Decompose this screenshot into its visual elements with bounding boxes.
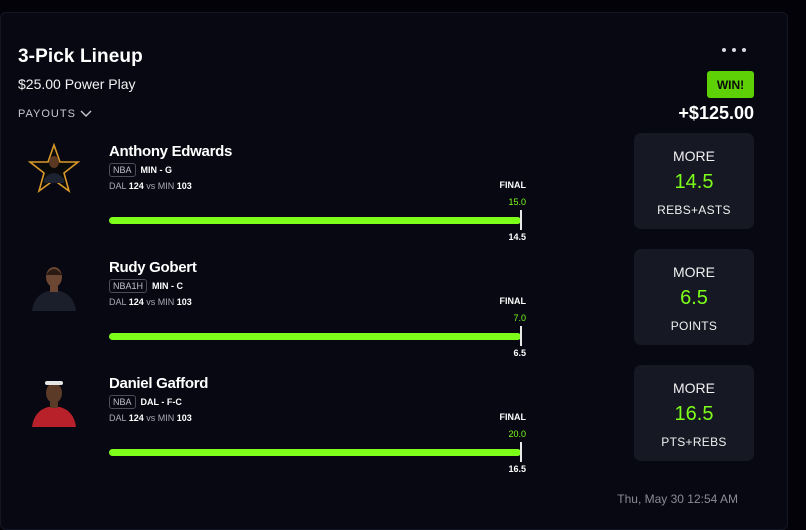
away-team: DAL bbox=[109, 181, 127, 191]
target-marker bbox=[520, 210, 522, 230]
away-team: DAL bbox=[109, 297, 127, 307]
progress-bar bbox=[109, 333, 521, 340]
team-position: MIN - C bbox=[152, 281, 184, 291]
actual-stat: 7.0 bbox=[513, 313, 526, 323]
game-status: FINAL bbox=[499, 412, 527, 422]
dot-icon bbox=[722, 48, 726, 52]
pick-row: Anthony Edwards NBA MIN - G DAL 124 vs M… bbox=[0, 133, 806, 255]
lineup-title: 3-Pick Lineup bbox=[18, 46, 143, 67]
away-score: 124 bbox=[128, 181, 144, 191]
pick-row: Rudy Gobert NBA1H MIN - C DAL 124 vs MIN… bbox=[0, 249, 806, 371]
team-position: DAL - F-C bbox=[140, 397, 182, 407]
game-status: FINAL bbox=[499, 180, 527, 190]
chevron-down-icon bbox=[80, 110, 92, 117]
player-meta: NBA DAL - F-C bbox=[109, 395, 182, 409]
payouts-toggle[interactable]: PAYOUTS bbox=[18, 108, 92, 120]
star-avatar-icon bbox=[28, 143, 80, 194]
progress-fill bbox=[109, 449, 521, 456]
dot-icon bbox=[742, 48, 746, 52]
pick-line-value: 14.5 bbox=[674, 171, 714, 193]
game-status: FINAL bbox=[499, 296, 527, 306]
target-line: 16.5 bbox=[508, 464, 526, 474]
player-headshot-icon bbox=[32, 381, 76, 427]
away-team: DAL bbox=[109, 413, 127, 423]
more-options-button[interactable] bbox=[722, 48, 746, 52]
vs-team: vs MIN bbox=[146, 297, 175, 307]
vs-team: vs MIN bbox=[146, 413, 175, 423]
pick-row: Daniel Gafford NBA DAL - F-C DAL 124 vs … bbox=[0, 365, 806, 487]
player-meta: NBA1H MIN - C bbox=[109, 279, 183, 293]
player-name[interactable]: Anthony Edwards bbox=[109, 143, 232, 160]
progress-fill bbox=[109, 333, 521, 340]
player-meta: NBA MIN - G bbox=[109, 163, 172, 177]
league-badge: NBA bbox=[109, 163, 136, 177]
pick-selection-box[interactable]: MORE 6.5 POINTS bbox=[634, 249, 754, 345]
pick-stat-type: POINTS bbox=[670, 319, 718, 333]
lineup-subtitle: $25.00 Power Play bbox=[18, 76, 136, 92]
home-score: 103 bbox=[176, 181, 192, 191]
payout-amount: +$125.00 bbox=[678, 103, 754, 123]
away-score: 124 bbox=[128, 297, 144, 307]
pick-direction: MORE bbox=[673, 264, 715, 280]
league-badge: NBA1H bbox=[109, 279, 148, 293]
target-marker bbox=[520, 442, 522, 462]
league-badge: NBA bbox=[109, 395, 136, 409]
pick-line-value: 16.5 bbox=[674, 403, 714, 425]
progress-bar bbox=[109, 449, 521, 456]
pick-selection-box[interactable]: MORE 14.5 REBS+ASTS bbox=[634, 133, 754, 229]
target-line: 14.5 bbox=[508, 232, 526, 242]
progress-fill bbox=[109, 217, 521, 224]
vs-team: vs MIN bbox=[146, 181, 175, 191]
pick-selection-box[interactable]: MORE 16.5 PTS+REBS bbox=[634, 365, 754, 461]
game-score: DAL 124 vs MIN 103 bbox=[109, 181, 192, 191]
game-score: DAL 124 vs MIN 103 bbox=[109, 413, 192, 423]
team-position: MIN - G bbox=[140, 165, 173, 175]
pick-line-value: 6.5 bbox=[680, 287, 708, 309]
game-score: DAL 124 vs MIN 103 bbox=[109, 297, 192, 307]
target-line: 6.5 bbox=[513, 348, 526, 358]
player-headshot-icon bbox=[32, 267, 76, 311]
pick-stat-type: REBS+ASTS bbox=[657, 203, 731, 217]
status-badge: WIN! bbox=[707, 71, 754, 98]
home-score: 103 bbox=[176, 413, 192, 423]
player-name[interactable]: Daniel Gafford bbox=[109, 375, 208, 392]
payouts-label: PAYOUTS bbox=[18, 108, 76, 120]
pick-stat-type: PTS+REBS bbox=[661, 435, 727, 449]
pick-direction: MORE bbox=[673, 380, 715, 396]
progress-bar bbox=[109, 217, 521, 224]
dot-icon bbox=[732, 48, 736, 52]
home-score: 103 bbox=[176, 297, 192, 307]
away-score: 124 bbox=[128, 413, 144, 423]
actual-stat: 20.0 bbox=[508, 429, 526, 439]
actual-stat: 15.0 bbox=[508, 197, 526, 207]
lineup-timestamp: Thu, May 30 12:54 AM bbox=[617, 492, 738, 506]
target-marker bbox=[520, 326, 522, 346]
pick-direction: MORE bbox=[673, 148, 715, 164]
player-name[interactable]: Rudy Gobert bbox=[109, 259, 197, 276]
